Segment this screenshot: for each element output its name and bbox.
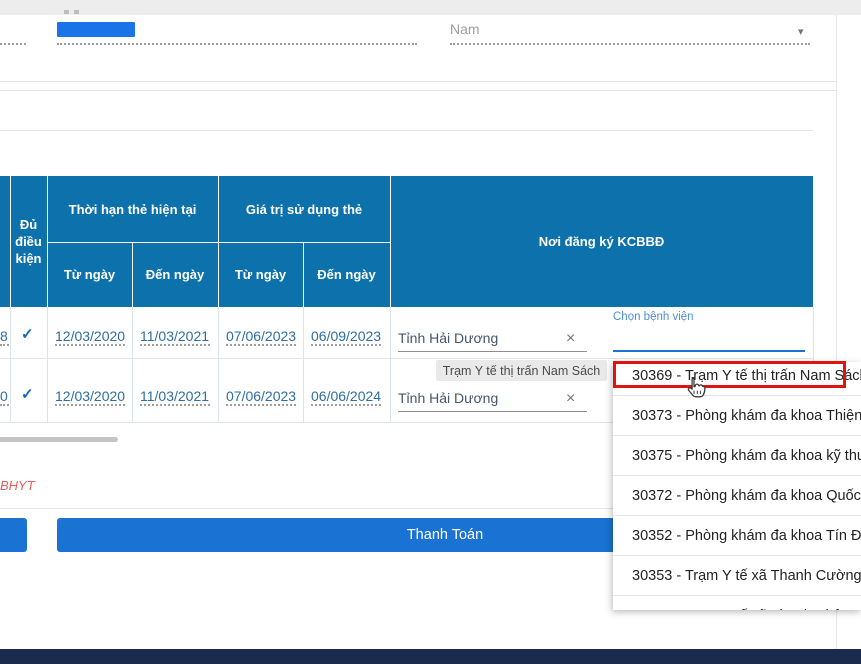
divider [0, 90, 836, 91]
chevron-down-icon[interactable]: ▾ [798, 25, 804, 38]
tooltip: Trạm Y tế thị trấn Nam Sách [436, 360, 607, 381]
partial-id-cell: 0 [0, 388, 9, 404]
col-header-from-date: Từ ngày [218, 242, 303, 307]
column-separator [47, 307, 48, 422]
input-underline [226, 404, 296, 406]
column-separator [218, 307, 219, 422]
col-header-from-date: Từ ngày [47, 242, 132, 307]
col-header-card-validity: Giá trị sử dụng thẻ [218, 176, 390, 242]
dropdown-item[interactable]: 30353 - Trạm Y tế xã Thanh Cường [613, 556, 861, 596]
input-underline [57, 43, 417, 45]
top-bar [0, 0, 861, 15]
horizontal-scrollbar[interactable] [0, 437, 118, 442]
input-underline [398, 411, 587, 412]
input-underline [450, 43, 810, 45]
eligible-check-icon: ✓ [21, 385, 34, 403]
eligible-check-icon: ✓ [21, 325, 34, 343]
left-action-button[interactable] [0, 518, 27, 552]
registration-input[interactable]: Tỉnh Hải Dương [398, 330, 498, 346]
clear-icon[interactable]: × [566, 392, 575, 406]
hospital-dropdown: 30369 - Trạm Y tế thị trấn Nam Sách 3037… [613, 362, 861, 610]
input-underline [0, 404, 9, 406]
dropdown-item[interactable]: 30375 - Phòng khám đa khoa kỹ thuật cao [613, 436, 861, 476]
col-header-current-term: Thời hạn thẻ hiện tại [47, 176, 218, 242]
input-underline [226, 344, 296, 346]
choose-hospital-label: Chọn bệnh viện [613, 311, 694, 323]
clear-icon[interactable]: × [566, 332, 575, 346]
annotation-highlight-box [613, 361, 846, 388]
note-text: BHYT [0, 478, 35, 493]
gender-select[interactable]: Nam [450, 21, 480, 37]
col-header-eligibility: Đủ điều kiện [10, 176, 47, 307]
valid-to-input[interactable]: 06/09/2023 [311, 328, 381, 344]
valid-from-input[interactable]: 07/06/2023 [226, 328, 296, 344]
dropdown-item[interactable]: 30352 - Phòng khám đa khoa Tín Đức (B [613, 516, 861, 556]
input-underline [140, 404, 210, 406]
registration-input[interactable]: Tỉnh Hải Dương [398, 390, 498, 406]
column-separator [10, 307, 11, 422]
selected-text-highlight[interactable] [57, 22, 135, 37]
valid-to-input[interactable]: 06/06/2024 [311, 388, 381, 404]
input-underline [311, 344, 381, 346]
dropdown-item[interactable]: 30372 - Phòng khám đa khoa Quốc tế Th [613, 476, 861, 516]
hospital-dropdown-list: 30369 - Trạm Y tế thị trấn Nam Sách 3037… [613, 362, 861, 610]
dropdown-item[interactable]: 30354 - Trạm Y tế xã Thanh Khê [613, 596, 861, 610]
divider [0, 130, 813, 131]
gender-value: Nam [450, 21, 480, 37]
dropdown-item[interactable]: 30373 - Phòng khám đa khoa Thiện Tâm [613, 396, 861, 436]
column-separator [132, 307, 133, 422]
row-separator [0, 358, 813, 359]
term-from-input[interactable]: 12/03/2020 [55, 388, 125, 404]
term-to-input[interactable]: 11/03/2021 [140, 388, 209, 404]
input-underline [311, 404, 381, 406]
hand-cursor-icon [684, 376, 707, 403]
col-header-to-date: Đến ngày [132, 242, 218, 307]
divider [0, 81, 836, 82]
valid-from-input[interactable]: 07/06/2023 [226, 388, 296, 404]
input-underline [55, 404, 125, 406]
screen: Nam ▾ Đủ điều kiện Thời hạn thẻ hiện tại… [0, 0, 861, 664]
column-separator [303, 307, 304, 422]
hospital-input-focused[interactable] [613, 350, 805, 352]
clipped-text-fragment [74, 10, 79, 14]
input-underline [398, 351, 587, 352]
input-underline [0, 344, 9, 346]
partial-id-cell: 8 [0, 328, 9, 344]
col-header-to-date: Đến ngày [303, 242, 390, 307]
clipped-text-fragment [64, 10, 69, 14]
input-underline [0, 43, 26, 45]
term-to-input[interactable]: 11/03/2021 [140, 328, 209, 344]
input-underline [55, 344, 125, 346]
column-separator [390, 307, 391, 422]
col-header-registration-place: Nơi đăng ký KCBBĐ [390, 176, 813, 307]
term-from-input[interactable]: 12/03/2020 [55, 328, 125, 344]
bottom-bar [0, 649, 861, 664]
input-underline [140, 344, 210, 346]
